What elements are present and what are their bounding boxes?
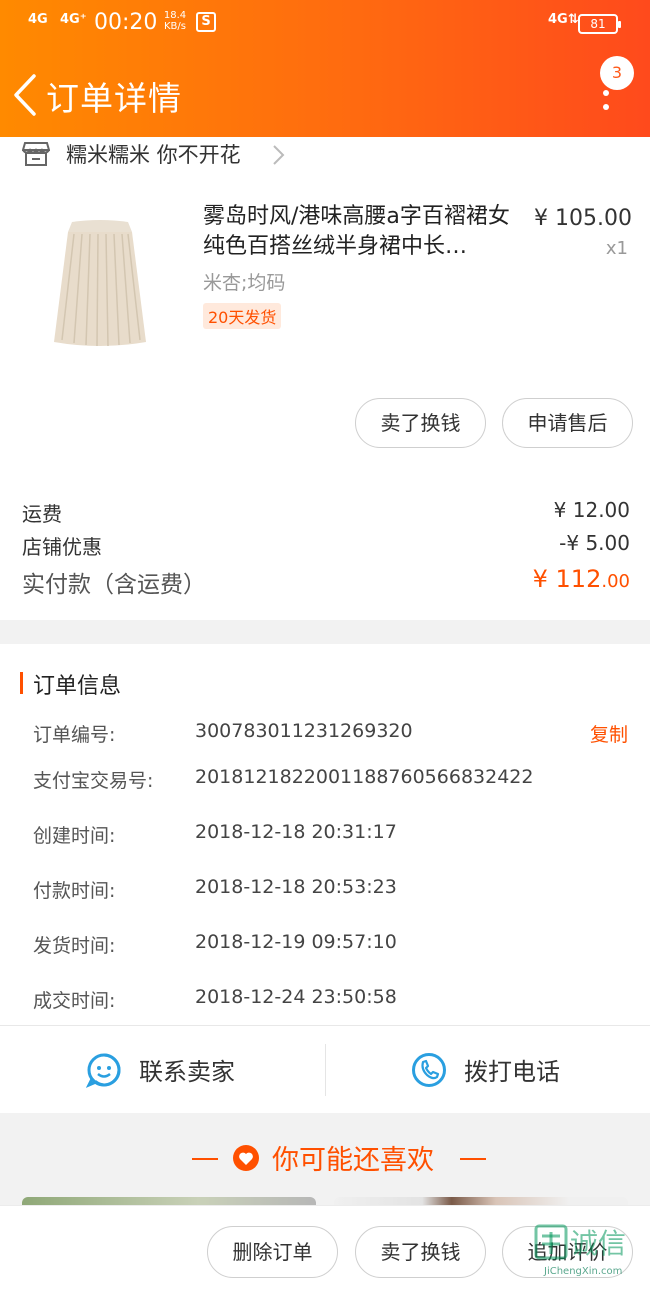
total-cents: .00 (601, 571, 630, 592)
section-divider (0, 620, 650, 644)
info-label: 订单编号: (33, 724, 116, 746)
shipping-fee-value: ¥ 12.00 (553, 498, 630, 522)
contact-seller-label: 联系卖家 (139, 1058, 235, 1086)
call-phone-label: 拨打电话 (464, 1058, 560, 1086)
total-value: ¥ 112.00 (533, 565, 630, 593)
status-time: 00:20 (94, 10, 158, 35)
battery-icon: 81 (578, 14, 621, 34)
more-button[interactable] (590, 80, 620, 120)
recommend-heading: 你可能还喜欢 (190, 1138, 490, 1178)
header: 4G 4G⁺ 00:20 18.4 KB/s S 4G⇅ 81 订单详情 3 (0, 0, 650, 137)
order-info: 订单信息 订单编号: 300783011231269320 复制 支付宝交易号:… (0, 644, 650, 1024)
phone-icon (412, 1053, 446, 1087)
info-value: 2018-12-18 20:31:17 (195, 821, 397, 843)
info-row-completed: 成交时间: 2018-12-24 23:50:58 (33, 986, 633, 1016)
contact-bar: 联系卖家 拨打电话 (0, 1025, 650, 1113)
info-label: 付款时间: (33, 880, 116, 902)
info-label: 发货时间: (33, 935, 116, 957)
shipping-fee-label: 运费 (22, 502, 62, 526)
store-icon (22, 142, 50, 166)
more-dot-icon (603, 90, 609, 96)
signal-icon: 4G⇅ (548, 12, 579, 27)
network-speed-value: 18.4 (163, 10, 187, 21)
info-row-order-number: 订单编号: 300783011231269320 复制 (33, 720, 633, 750)
back-button[interactable] (8, 70, 44, 120)
info-label: 支付宝交易号: (33, 770, 154, 792)
product-title[interactable]: 雾岛时风/港味高腰a字百褶裙女纯色百搭丝绒半身裙中长… (203, 202, 513, 262)
chevron-left-icon (14, 74, 36, 116)
discount-label: 店铺优惠 (22, 535, 102, 559)
signal-icon: 4G (28, 12, 48, 27)
network-speed: 18.4 KB/s (160, 10, 190, 32)
info-value: 2018-12-19 09:57:10 (195, 931, 397, 953)
shop-row[interactable]: 糯米糯米 你不开花 (0, 137, 650, 173)
shop-name: 糯米糯米 你不开花 (66, 143, 241, 167)
heart-icon (233, 1145, 259, 1171)
fee-summary: 运费 ¥ 12.00 店铺优惠 -¥ 5.00 实付款（含运费） ¥ 112.0… (0, 490, 650, 610)
watermark-en: JiChengXin.com (544, 1266, 623, 1277)
shipping-tag: 20天发货 (203, 303, 282, 329)
info-row-paid: 付款时间: 2018-12-18 20:53:23 (33, 876, 633, 906)
info-label: 成交时间: (33, 990, 116, 1012)
delete-order-button[interactable]: 删除订单 (207, 1226, 338, 1278)
contact-seller-button[interactable]: 联系卖家 (0, 1026, 325, 1114)
decor-line (192, 1158, 218, 1160)
status-bar: 4G 4G⁺ 00:20 18.4 KB/s S 4G⇅ 81 (0, 0, 650, 48)
after-sale-button[interactable]: 申请售后 (502, 398, 633, 448)
watermark-cn: 诚信 (570, 1227, 627, 1260)
info-row-created: 创建时间: 2018-12-18 20:31:17 (33, 821, 633, 851)
product-sku: 米杏;均码 (203, 272, 286, 294)
copy-button[interactable]: 复制 (590, 720, 628, 747)
product-quantity: x1 (605, 238, 628, 259)
sell-button[interactable]: 卖了换钱 (355, 398, 486, 448)
recommend-title: 你可能还喜欢 (272, 1145, 434, 1176)
watermark-logo-icon (534, 1224, 568, 1260)
more-dot-icon (603, 104, 609, 110)
page-title: 订单详情 (46, 79, 182, 118)
sell-button[interactable]: 卖了换钱 (355, 1226, 486, 1278)
info-value: 2018-12-18 20:53:23 (195, 876, 397, 898)
s-app-icon: S (196, 12, 216, 32)
info-value: 300783011231269320 (195, 720, 413, 742)
chevron-right-icon (273, 145, 285, 165)
product-price: ¥ 105.00 (534, 206, 632, 231)
info-label: 创建时间: (33, 825, 116, 847)
total-integer: ¥ 112 (532, 565, 602, 593)
info-row-alipay-number: 支付宝交易号: 2018121822001188760566832422 (33, 766, 633, 796)
product-image[interactable] (40, 200, 160, 350)
chat-icon (86, 1053, 121, 1088)
info-value: 2018121822001188760566832422 (195, 766, 534, 788)
decor-line (460, 1158, 486, 1160)
call-phone-button[interactable]: 拨打电话 (325, 1026, 650, 1114)
info-value: 2018-12-24 23:50:58 (195, 986, 397, 1008)
accent-bar (20, 672, 23, 694)
total-label: 实付款（含运费） (22, 572, 206, 598)
signal-icon: 4G⁺ (60, 12, 87, 27)
order-info-title: 订单信息 (33, 674, 122, 699)
product-card[interactable]: 雾岛时风/港味高腰a字百褶裙女纯色百搭丝绒半身裙中长… 米杏;均码 20天发货 … (0, 180, 650, 450)
info-row-shipped: 发货时间: 2018-12-19 09:57:10 (33, 931, 633, 961)
discount-value: -¥ 5.00 (559, 531, 630, 555)
network-speed-unit: KB/s (164, 21, 186, 32)
watermark: 诚信 JiChengXin.com (530, 1222, 650, 1296)
